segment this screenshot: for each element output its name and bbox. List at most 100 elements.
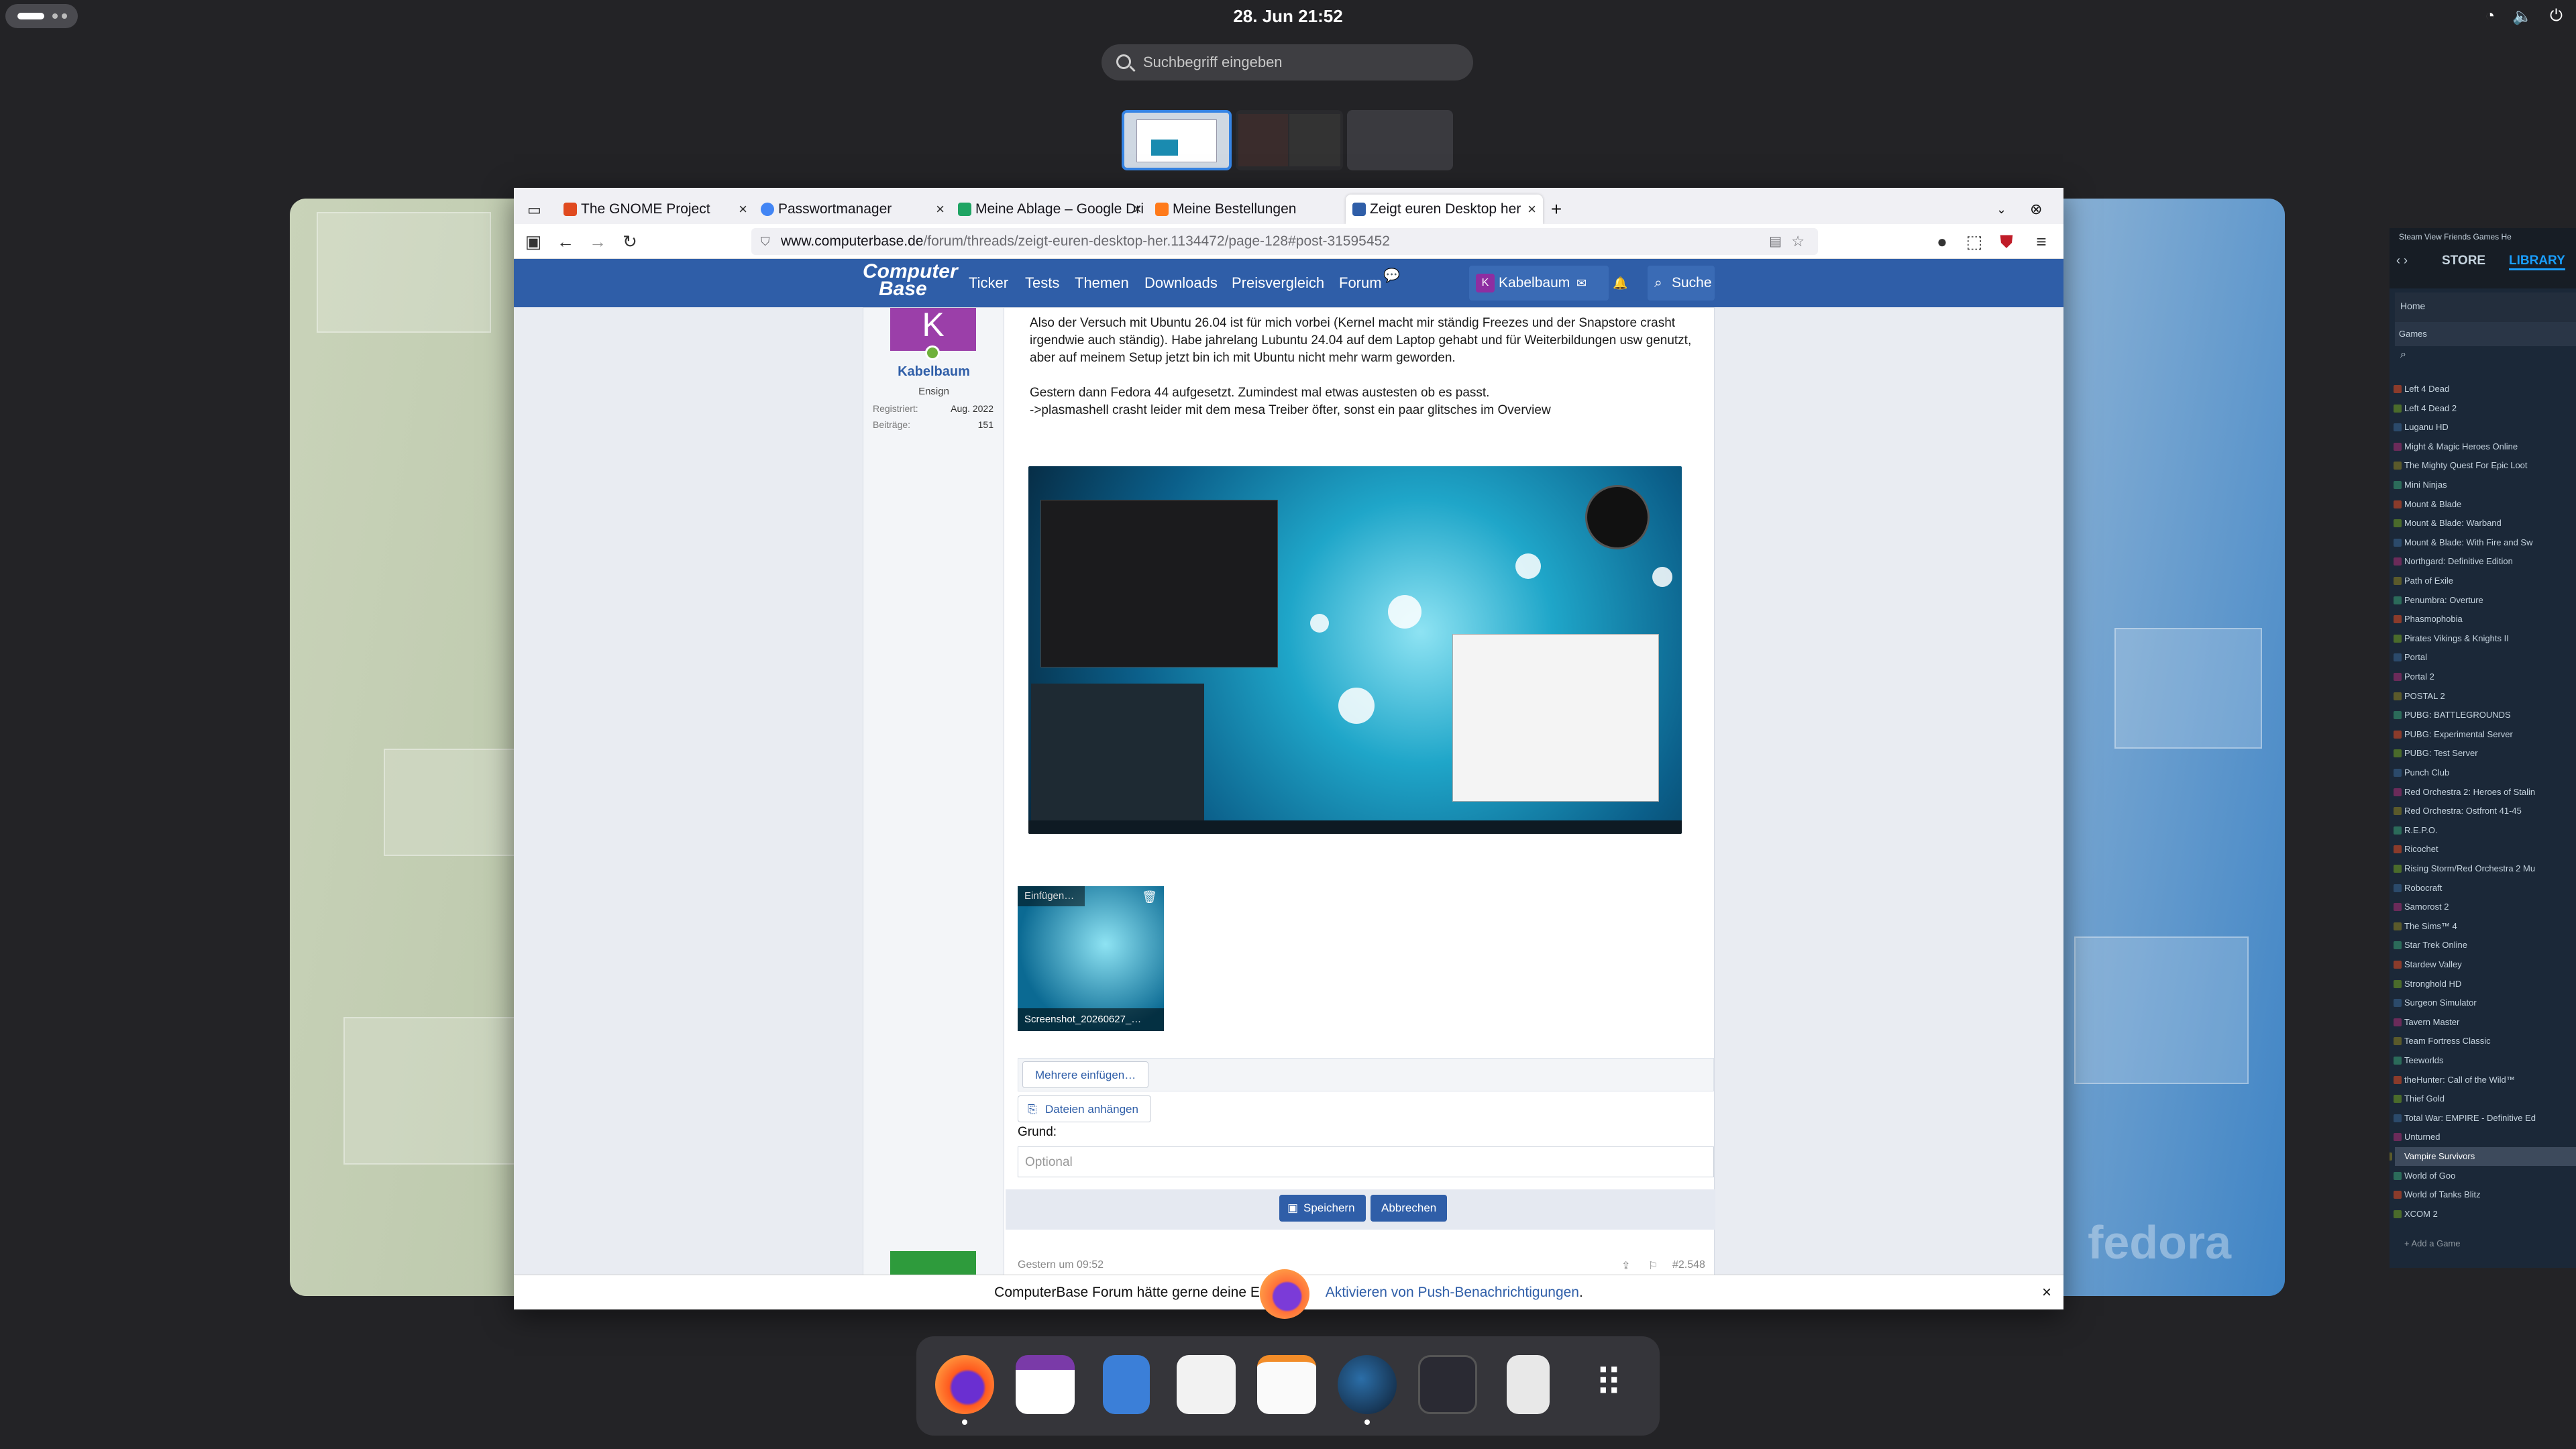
site-search-button[interactable]: ⌕ Suche: [1648, 266, 1715, 301]
terminal-icon[interactable]: [1418, 1355, 1477, 1414]
clock[interactable]: 28. Jun 21:52: [1208, 4, 1368, 28]
nav-preisvergleich[interactable]: Preisvergleich: [1232, 259, 1324, 307]
workspace-thumbnail-1[interactable]: [1122, 110, 1232, 170]
insert-attachment-button[interactable]: Einfügen…: [1018, 886, 1085, 906]
ublock-icon[interactable]: ⛊: [1996, 231, 2017, 252]
close-tab-icon[interactable]: ×: [936, 195, 945, 224]
reason-input[interactable]: Optional: [1018, 1146, 1714, 1177]
steam-game-item[interactable]: Tavern Master: [2394, 1013, 2459, 1032]
bookmark-star-icon[interactable]: ☆: [1791, 228, 1805, 255]
steam-game-item[interactable]: Punch Club: [2394, 763, 2449, 782]
calculator-icon[interactable]: [1507, 1355, 1550, 1414]
next-post-time[interactable]: Gestern um 09:52: [1018, 1259, 1104, 1271]
steam-menu[interactable]: Steam View Friends Games He: [2399, 232, 2512, 241]
steam-library-tab[interactable]: LIBRARY: [2509, 254, 2565, 270]
post-username[interactable]: Kabelbaum: [863, 364, 1004, 380]
text-editor-icon[interactable]: [1257, 1355, 1316, 1414]
steam-game-item[interactable]: World of Tanks Blitz: [2394, 1185, 2481, 1204]
steam-game-item[interactable]: Mini Ninjas: [2394, 476, 2447, 494]
steam-game-item[interactable]: XCOM 2: [2394, 1205, 2438, 1224]
steam-game-item[interactable]: Penumbra: Overture: [2394, 591, 2483, 610]
steam-game-item[interactable]: Red Orchestra 2: Heroes of Stalin: [2394, 783, 2535, 802]
steam-game-item[interactable]: Ricochet: [2394, 840, 2438, 859]
post-number[interactable]: #2.548: [1672, 1259, 1705, 1271]
system-tray[interactable]: ◔ 🔈 ⏻: [2485, 4, 2563, 28]
steam-game-item[interactable]: Teeworlds: [2394, 1051, 2444, 1070]
steam-game-item[interactable]: Vampire Survivors: [2390, 1147, 2576, 1166]
user-menu[interactable]: K Kabelbaum ✉ 🔔: [1469, 266, 1627, 301]
app-grid-icon[interactable]: ⠿: [1579, 1355, 1638, 1414]
software-icon[interactable]: [1177, 1355, 1236, 1414]
steam-home[interactable]: Home: [2395, 292, 2576, 322]
desktop-screenshot-image[interactable]: [1028, 466, 1682, 834]
close-notification-icon[interactable]: ×: [2042, 1275, 2051, 1309]
steam-game-item[interactable]: theHunter: Call of the Wild™: [2394, 1071, 2515, 1089]
insert-multiple-button[interactable]: Mehrere einfügen…: [1022, 1061, 1149, 1088]
games-filter[interactable]: Games: [2395, 322, 2576, 346]
new-tab-icon[interactable]: +: [1543, 195, 1570, 224]
steam-game-item[interactable]: Luganu HD: [2394, 418, 2449, 437]
cancel-button[interactable]: Abbrechen: [1371, 1195, 1448, 1222]
steam-game-item[interactable]: Left 4 Dead 2: [2394, 399, 2457, 418]
save-button[interactable]: ▣ Speichern: [1279, 1195, 1366, 1222]
steam-game-item[interactable]: Mount & Blade: Warband: [2394, 514, 2502, 533]
search-icon[interactable]: ⌕: [2400, 349, 2406, 361]
steam-game-item[interactable]: Unturned: [2394, 1128, 2440, 1146]
steam-game-item[interactable]: The Mighty Quest For Epic Loot: [2394, 456, 2528, 475]
nav-tests[interactable]: Tests: [1025, 259, 1059, 307]
steam-game-item[interactable]: Stronghold HD: [2394, 975, 2461, 994]
share-icon[interactable]: ⇪: [1621, 1259, 1630, 1273]
steam-game-item[interactable]: Might & Magic Heroes Online: [2394, 437, 2518, 456]
steam-game-item[interactable]: The Sims™ 4: [2394, 917, 2457, 936]
forward-icon[interactable]: →: [588, 231, 608, 252]
trash-icon[interactable]: 🗑: [1142, 890, 1157, 904]
steam-game-item[interactable]: Red Orchestra: Ostfront 41-45: [2394, 802, 2522, 820]
steam-game-item[interactable]: Samorost 2: [2394, 898, 2449, 916]
reload-icon[interactable]: ↻: [620, 231, 640, 252]
activities-button[interactable]: [5, 4, 78, 28]
close-tab-icon[interactable]: ×: [1527, 195, 1536, 224]
files-icon[interactable]: [1103, 1355, 1150, 1414]
attachment-thumbnail[interactable]: Einfügen… 🗑 Screenshot_20260627_…: [1018, 886, 1164, 1031]
enable-push-link[interactable]: Aktivieren von Push-Benachrichtigungen: [1326, 1285, 1579, 1300]
steam-game-item[interactable]: Stardew Valley: [2394, 955, 2462, 974]
tab-drive[interactable]: Meine Ablage – Google Dri ×: [951, 195, 1148, 224]
close-tab-icon[interactable]: ×: [739, 195, 747, 224]
nav-forum[interactable]: Forum: [1339, 259, 1382, 307]
firefox-icon[interactable]: [935, 1355, 994, 1414]
tab-passwords[interactable]: Passwortmanager ×: [754, 195, 951, 224]
steam-store-tab[interactable]: STORE: [2442, 254, 2485, 268]
nav-ticker[interactable]: Ticker: [969, 259, 1008, 307]
steam-game-item[interactable]: POSTAL 2: [2394, 687, 2445, 706]
steam-game-item[interactable]: World of Goo: [2394, 1167, 2455, 1185]
steam-game-item[interactable]: Portal: [2394, 648, 2427, 667]
steam-game-item[interactable]: PUBG: Test Server: [2394, 744, 2478, 763]
add-game-button[interactable]: + Add a Game: [2404, 1238, 2461, 1248]
nav-downloads[interactable]: Downloads: [1144, 259, 1218, 307]
bookmark-icon[interactable]: ⚐: [1648, 1259, 1658, 1273]
extensions-icon[interactable]: ⬚: [1964, 231, 1984, 252]
steam-game-item[interactable]: PUBG: BATTLEGROUNDS: [2394, 706, 2511, 724]
steam-game-item[interactable]: Portal 2: [2394, 667, 2434, 686]
steam-game-item[interactable]: Northgard: Definitive Edition: [2394, 552, 2513, 571]
workspace-thumbnail-2[interactable]: [1236, 110, 1343, 170]
chat-icon[interactable]: 💬: [1383, 259, 1400, 292]
steam-game-item[interactable]: Left 4 Dead: [2394, 380, 2449, 398]
steam-game-item[interactable]: R.E.P.O.: [2394, 821, 2438, 840]
attach-files-button[interactable]: ⎘ Dateien anhängen: [1018, 1095, 1151, 1122]
computerbase-logo[interactable]: Computer Base: [863, 262, 958, 303]
window-close-icon[interactable]: ⊗: [2030, 195, 2063, 224]
steam-icon[interactable]: [1338, 1355, 1397, 1414]
tab-computerbase[interactable]: Zeigt euren Desktop her ×: [1346, 195, 1543, 224]
workspace-thumbnail-3[interactable]: [1347, 110, 1453, 170]
bell-icon[interactable]: 🔔: [1613, 266, 1627, 301]
steam-game-item[interactable]: Thief Gold: [2394, 1089, 2445, 1108]
steam-game-item[interactable]: PUBG: Experimental Server: [2394, 725, 2513, 744]
extension-dark-icon[interactable]: ●: [1932, 231, 1952, 252]
steam-game-item[interactable]: Team Fortress Classic: [2394, 1032, 2491, 1051]
calendar-icon[interactable]: [1016, 1355, 1075, 1414]
url-bar[interactable]: ⛉ www.computerbase.de/forum/threads/zeig…: [751, 228, 1818, 255]
tab-overview-button[interactable]: ▭: [514, 195, 557, 224]
steam-game-item[interactable]: Rising Storm/Red Orchestra 2 Mu: [2394, 859, 2535, 878]
steam-game-item[interactable]: Pirates Vikings & Knights II: [2394, 629, 2509, 648]
